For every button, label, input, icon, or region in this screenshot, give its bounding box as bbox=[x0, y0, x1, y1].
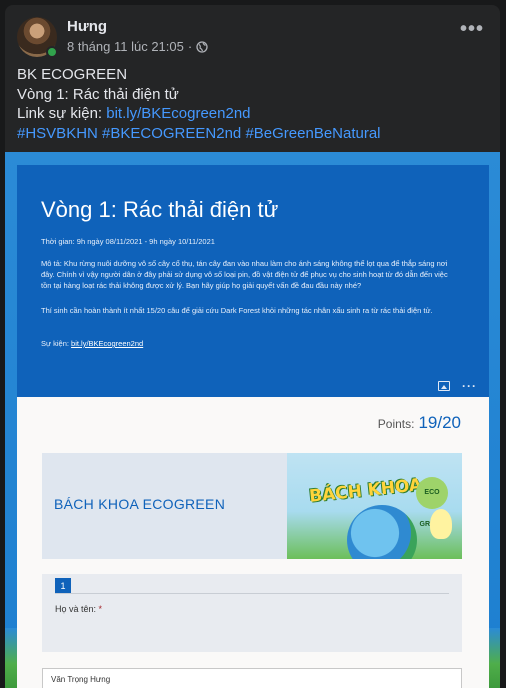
globe-illustration bbox=[347, 505, 417, 559]
question-label: Họ và tên: * bbox=[55, 604, 102, 614]
globe-icon[interactable] bbox=[196, 40, 208, 53]
link-prefix: Link sự kiện: bbox=[17, 105, 107, 122]
eco-badge: ECO GREEN bbox=[416, 477, 448, 528]
form-event-link: bit.ly/BKEcogreen2nd bbox=[71, 339, 144, 348]
post-text: BK ECOGREEN Vòng 1: Rác thải điện tử Lin… bbox=[17, 65, 488, 143]
form-event: Sự kiện: bit.ly/BKEcogreen2nd bbox=[41, 338, 456, 349]
timestamp[interactable]: 8 tháng 11 lúc 21:05 bbox=[67, 39, 184, 54]
hashtag-row: #HSVBKHN #BKECOGREEN2nd #BeGreenBeNatura… bbox=[17, 124, 488, 144]
form-banner: Vòng 1: Rác thải điện tử Thời gian: 9h n… bbox=[17, 165, 489, 397]
header-card: BÁCH KHOA ECOGREEN BÁCH KHOA ECO GREEN bbox=[42, 453, 462, 559]
post-line-2: Vòng 1: Rác thải điện tử bbox=[17, 85, 179, 103]
post-meta: 8 tháng 11 lúc 21:05 · bbox=[67, 39, 208, 54]
form-description: Mô tả: Khu rừng nuôi dưỡng vô số cây cổ … bbox=[41, 259, 448, 290]
card-title: BÁCH KHOA ECOGREEN bbox=[54, 496, 226, 512]
post-line-1: BK ECOGREEN bbox=[17, 66, 128, 83]
form-rule: Thí sinh cần hoàn thành ít nhất 15/20 câ… bbox=[41, 306, 433, 315]
points-label: Points: bbox=[377, 417, 415, 431]
event-prefix: Sự kiện: bbox=[41, 339, 72, 348]
ecogreen-artwork: BÁCH KHOA ECO GREEN bbox=[287, 453, 462, 559]
form-screenshot: Vòng 1: Rác thải điện tử Thời gian: 9h n… bbox=[17, 165, 489, 688]
lightbulb-illustration bbox=[430, 509, 452, 539]
name-answer-field: Văn Trọng Hưng bbox=[42, 668, 462, 688]
points-display: Points: 19/20 bbox=[378, 413, 461, 433]
question-label-text: Họ và tên: bbox=[55, 604, 97, 614]
separator: · bbox=[187, 39, 193, 54]
online-status-dot bbox=[46, 46, 58, 58]
post-header: Hưng 8 tháng 11 lúc 21:05 · ••• bbox=[17, 17, 488, 58]
post-image[interactable]: Vòng 1: Rác thải điện tử Thời gian: 9h n… bbox=[5, 152, 500, 688]
art-title: BÁCH KHOA bbox=[308, 475, 424, 507]
hashtag-begreenbenatural[interactable]: #BeGreenBeNatural bbox=[245, 125, 380, 142]
question-number: 1 bbox=[55, 578, 71, 594]
event-link[interactable]: bit.ly/BKEcogreen2nd bbox=[106, 105, 250, 122]
more-icon: ··· bbox=[462, 379, 477, 393]
question-block: 1 Họ và tên: * bbox=[42, 574, 462, 652]
form-title: Vòng 1: Rác thải điện tử bbox=[41, 197, 279, 222]
form-time: Thời gian: 9h ngày 08/11/2021 - 9h ngày … bbox=[41, 237, 215, 246]
points-value: 19/20 bbox=[418, 413, 461, 432]
image-icon bbox=[438, 381, 450, 391]
hashtag-hsvbkhn[interactable]: #HSVBKHN bbox=[17, 125, 98, 142]
author-name[interactable]: Hưng bbox=[67, 18, 107, 35]
required-mark: * bbox=[98, 604, 103, 614]
banner-icons: ··· bbox=[438, 379, 477, 393]
post-card: Hưng 8 tháng 11 lúc 21:05 · ••• BK ECOGR… bbox=[5, 5, 500, 688]
question-divider bbox=[55, 593, 449, 594]
post-line-3: Link sự kiện: bit.ly/BKEcogreen2nd bbox=[17, 104, 488, 124]
more-icon[interactable]: ••• bbox=[460, 19, 484, 39]
hashtag-bkecogreen2nd[interactable]: #BKECOGREEN2nd bbox=[102, 125, 241, 142]
